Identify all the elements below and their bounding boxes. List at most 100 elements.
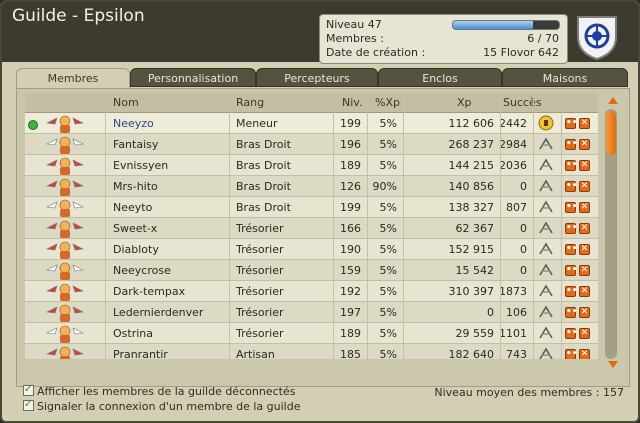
kick-button[interactable]: ✕ xyxy=(579,307,590,318)
kick-button[interactable]: ✕ xyxy=(579,118,590,129)
rights-settings-icon[interactable] xyxy=(538,178,554,194)
table-row[interactable]: Ostrina Trésorier 189 5% 29 559 1101 ••• ✕ xyxy=(25,323,598,344)
member-level: 190 xyxy=(340,243,361,256)
options-button[interactable]: ••• xyxy=(565,181,583,192)
member-name: Evnissyen xyxy=(113,159,169,172)
col-header-name[interactable]: Nom xyxy=(113,96,139,109)
table-row[interactable]: Sweet-x Trésorier 166 5% 62 367 0 ••• ✕ xyxy=(25,218,598,239)
tab-membres[interactable]: Membres xyxy=(16,68,130,89)
tab-personnalisation[interactable]: Personnalisation xyxy=(130,68,256,87)
kick-button[interactable]: ✕ xyxy=(579,160,590,171)
rights-settings-icon[interactable] xyxy=(538,136,554,152)
table-row[interactable]: Evnissyen Bras Droit 189 5% 144 215 2036 ••• ✕ xyxy=(25,155,598,176)
member-name: Pranrantir xyxy=(113,348,168,359)
options-button[interactable]: ••• xyxy=(565,139,583,150)
kick-button[interactable]: ✕ xyxy=(579,244,590,255)
notify-connect-option[interactable]: Signaler la connexion d'un membre de la … xyxy=(23,398,300,414)
member-xp-percent: 5% xyxy=(379,159,397,172)
options-button[interactable]: ••• xyxy=(565,307,583,318)
character-avatar-icon xyxy=(45,115,85,133)
table-row[interactable]: Mrs-hito Bras Droit 126 90% 140 856 0 ••• ✕ xyxy=(25,176,598,197)
show-offline-checkbox[interactable] xyxy=(23,383,34,397)
member-level: 189 xyxy=(340,159,361,172)
rights-settings-icon[interactable] xyxy=(538,325,554,341)
scrollbar-track[interactable] xyxy=(605,109,617,359)
rights-settings-icon[interactable] xyxy=(538,304,554,320)
member-name: Sweet-x xyxy=(113,222,158,235)
col-header-xp[interactable]: Xp xyxy=(457,96,472,109)
member-level: 166 xyxy=(340,222,361,235)
member-name: Neeycrose xyxy=(113,264,171,277)
guild-info-box: Niveau 47 Membres : 6 / 70 Date de créat… xyxy=(319,14,568,64)
table-row[interactable]: Diabloty Trésorier 190 5% 152 915 0 ••• ✕ xyxy=(25,239,598,260)
options-button[interactable]: ••• xyxy=(565,286,583,297)
table-row[interactable]: Neeyzo Meneur 199 5% 112 606 2442 ••• ✕ xyxy=(25,113,598,134)
tab-percepteurs[interactable]: Percepteurs xyxy=(256,68,378,87)
member-success: 0 xyxy=(520,264,527,277)
options-button[interactable]: ••• xyxy=(565,160,583,171)
member-level: 199 xyxy=(340,117,361,130)
leader-rights-icon[interactable] xyxy=(538,115,554,131)
member-name: Dark-tempax xyxy=(113,285,186,298)
kick-button[interactable]: ✕ xyxy=(579,328,590,339)
options-button[interactable]: ••• xyxy=(565,223,583,234)
table-row[interactable]: Neeyto Bras Droit 199 5% 138 327 807 ••• ✕ xyxy=(25,197,598,218)
kick-button[interactable]: ✕ xyxy=(579,349,590,359)
options-button[interactable]: ••• xyxy=(565,265,583,276)
scrollbar-thumb[interactable] xyxy=(606,111,616,155)
rights-settings-icon[interactable] xyxy=(538,346,554,359)
character-avatar-icon xyxy=(45,136,85,154)
rights-settings-icon[interactable] xyxy=(538,220,554,236)
character-avatar-icon xyxy=(45,325,85,343)
kick-button[interactable]: ✕ xyxy=(579,223,590,234)
member-xp-percent: 5% xyxy=(379,348,397,359)
member-rank: Bras Droit xyxy=(236,138,291,151)
table-row[interactable]: Neeycrose Trésorier 159 5% 15 542 0 ••• ✕ xyxy=(25,260,598,281)
member-success: 1101 xyxy=(499,327,527,340)
tab-bar: Membres Personnalisation Percepteurs Enc… xyxy=(16,68,628,89)
options-button[interactable]: ••• xyxy=(565,118,583,129)
scroll-up-icon[interactable] xyxy=(608,97,618,104)
member-name: Ostrina xyxy=(113,327,153,340)
kick-button[interactable]: ✕ xyxy=(579,139,590,150)
member-rank: Bras Droit xyxy=(236,201,291,214)
options-button[interactable]: ••• xyxy=(565,244,583,255)
col-header-pxp[interactable]: %Xp xyxy=(375,96,400,109)
kick-button[interactable]: ✕ xyxy=(579,181,590,192)
rights-settings-icon[interactable] xyxy=(538,283,554,299)
member-rank: Trésorier xyxy=(236,222,284,235)
member-rank: Trésorier xyxy=(236,285,284,298)
rights-settings-icon[interactable] xyxy=(538,241,554,257)
col-header-level[interactable]: Niv. xyxy=(342,96,362,109)
table-row[interactable]: Pranrantir Artisan 185 5% 182 640 743 ••• ✕ xyxy=(25,344,598,359)
table-row[interactable]: Fantaisy Bras Droit 196 5% 268 237 2984 ••• ✕ xyxy=(25,134,598,155)
rights-settings-icon[interactable] xyxy=(538,199,554,215)
member-xp-percent: 5% xyxy=(379,117,397,130)
options-button[interactable]: ••• xyxy=(565,202,583,213)
options-button[interactable]: ••• xyxy=(565,328,583,339)
table-row[interactable]: Dark-tempax Trésorier 192 5% 310 397 1873 ••• ✕ xyxy=(25,281,598,302)
options-button[interactable]: ••• xyxy=(565,349,583,359)
column-divider xyxy=(533,93,534,359)
col-header-success[interactable]: Succès xyxy=(503,96,542,109)
member-name: Neeyzo xyxy=(113,117,154,130)
rights-settings-icon[interactable] xyxy=(538,262,554,278)
col-header-rank[interactable]: Rang xyxy=(236,96,264,109)
notify-connect-checkbox[interactable] xyxy=(23,398,34,412)
character-avatar-icon xyxy=(45,346,85,359)
kick-button[interactable]: ✕ xyxy=(579,202,590,213)
member-xp-percent: 5% xyxy=(379,306,397,319)
member-xp-percent: 5% xyxy=(379,222,397,235)
kick-button[interactable]: ✕ xyxy=(579,265,590,276)
kick-button[interactable]: ✕ xyxy=(579,286,590,297)
tab-maisons[interactable]: Maisons xyxy=(502,68,628,87)
show-offline-option[interactable]: Afficher les membres de la guilde déconn… xyxy=(23,383,295,399)
rights-settings-icon[interactable] xyxy=(538,157,554,173)
scroll-down-icon[interactable] xyxy=(608,361,618,368)
member-success: 2036 xyxy=(499,159,527,172)
tab-enclos[interactable]: Enclos xyxy=(378,68,502,87)
table-row[interactable]: Ledernierdenver Trésorier 197 5% 0 106 ••• ✕ xyxy=(25,302,598,323)
column-divider xyxy=(403,93,404,359)
column-divider xyxy=(561,93,562,359)
character-avatar-icon xyxy=(45,283,85,301)
